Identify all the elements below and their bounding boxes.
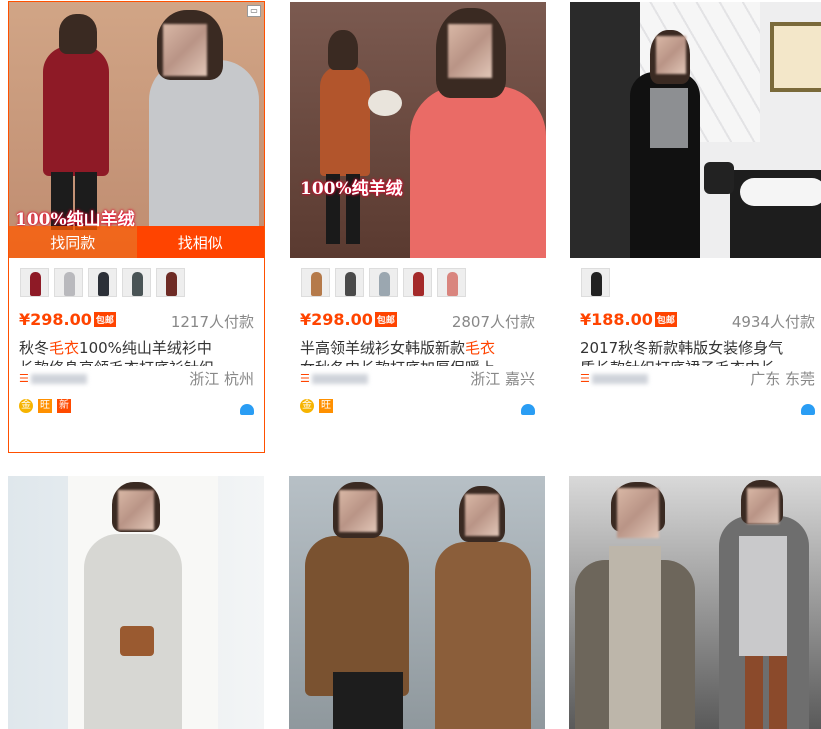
free-shipping-badge: 包邮 xyxy=(374,312,397,327)
swatch[interactable] xyxy=(437,268,466,297)
wangwang-chat-icon[interactable] xyxy=(801,404,815,415)
find-same-button[interactable]: 找同款 xyxy=(9,226,137,258)
swatch[interactable] xyxy=(122,268,151,297)
product-card[interactable] xyxy=(8,476,265,729)
swatch[interactable] xyxy=(403,268,432,297)
shop-icon: ☰ xyxy=(580,372,590,385)
product-card[interactable] xyxy=(289,476,546,729)
location: 广东 东莞 xyxy=(750,370,815,388)
swatch[interactable] xyxy=(20,268,49,297)
product-card[interactable]: 100%纯山羊绒 ▭ 找同款 找相似 ¥298.00 包邮 1217人付款 秋冬毛… xyxy=(8,1,265,453)
gold-seller-icon[interactable]: 金 xyxy=(19,399,33,413)
product-image[interactable] xyxy=(289,476,545,729)
product-card[interactable]: ¥188.00包邮 4934人付款 2017秋冬新款韩版女装修身气质长款针织打底… xyxy=(569,1,821,453)
printer-icon[interactable]: ▭ xyxy=(247,5,261,17)
shop-icon: ☰ xyxy=(19,372,29,385)
price: ¥188.00 包邮 xyxy=(580,310,677,329)
swatch[interactable] xyxy=(369,268,398,297)
swatch[interactable] xyxy=(156,268,185,297)
swatch[interactable] xyxy=(301,268,330,297)
price: ¥298.00 包邮 xyxy=(300,310,397,329)
swatch[interactable] xyxy=(581,268,610,297)
product-image[interactable]: 100%纯羊绒 xyxy=(290,2,546,258)
wang-badge-icon[interactable]: 旺 xyxy=(319,399,333,413)
location: 浙江 嘉兴 xyxy=(470,370,535,388)
sold-count: 4934人付款 xyxy=(731,313,815,331)
product-card[interactable] xyxy=(569,476,821,729)
promo-banner-text: 100%纯羊绒 xyxy=(300,179,403,199)
hover-action-bar: 找同款 找相似 xyxy=(9,226,264,258)
location: 浙江 杭州 xyxy=(189,370,254,388)
product-image[interactable] xyxy=(8,476,264,729)
shop-icon: ☰ xyxy=(300,372,310,385)
product-image[interactable] xyxy=(570,2,821,258)
product-title[interactable]: 秋冬毛衣100%纯山羊绒衫中长款修身高领毛衣打底衫针织 xyxy=(19,338,254,366)
swatch[interactable] xyxy=(54,268,83,297)
shop-name[interactable] xyxy=(312,374,368,384)
gold-seller-icon[interactable]: 金 xyxy=(300,399,314,413)
wangwang-chat-icon[interactable] xyxy=(521,404,535,415)
free-shipping-badge: 包邮 xyxy=(93,312,116,327)
wangwang-chat-icon[interactable] xyxy=(240,404,254,415)
shop-name[interactable] xyxy=(31,374,87,384)
color-swatches xyxy=(290,258,545,297)
wang-badge-icon[interactable]: 旺 xyxy=(38,399,52,413)
new-badge-icon[interactable]: 新 xyxy=(57,399,71,413)
shop-name[interactable] xyxy=(592,374,648,384)
swatch[interactable] xyxy=(335,268,364,297)
sold-count: 1217人付款 xyxy=(170,313,254,331)
free-shipping-badge: 包邮 xyxy=(654,312,677,327)
find-similar-button[interactable]: 找相似 xyxy=(136,226,264,258)
color-swatches xyxy=(570,258,821,297)
product-image[interactable]: 100%纯山羊绒 ▭ 找同款 找相似 xyxy=(9,2,264,258)
product-title[interactable]: 半高领羊绒衫女韩版新款毛衣女秋冬中长款打底加厚保暖上 xyxy=(300,338,535,366)
product-card[interactable]: 100%纯羊绒 ¥298.00包邮 2807人付款 半高领羊绒衫女韩版新款毛衣女… xyxy=(289,1,546,453)
price: ¥298.00 包邮 xyxy=(19,310,116,329)
color-swatches xyxy=(9,258,264,297)
sold-count: 2807人付款 xyxy=(451,313,535,331)
product-image[interactable] xyxy=(569,476,821,729)
product-title[interactable]: 2017秋冬新款韩版女装修身气质长款针织打底裙子毛衣中长 xyxy=(580,338,815,366)
swatch[interactable] xyxy=(88,268,117,297)
